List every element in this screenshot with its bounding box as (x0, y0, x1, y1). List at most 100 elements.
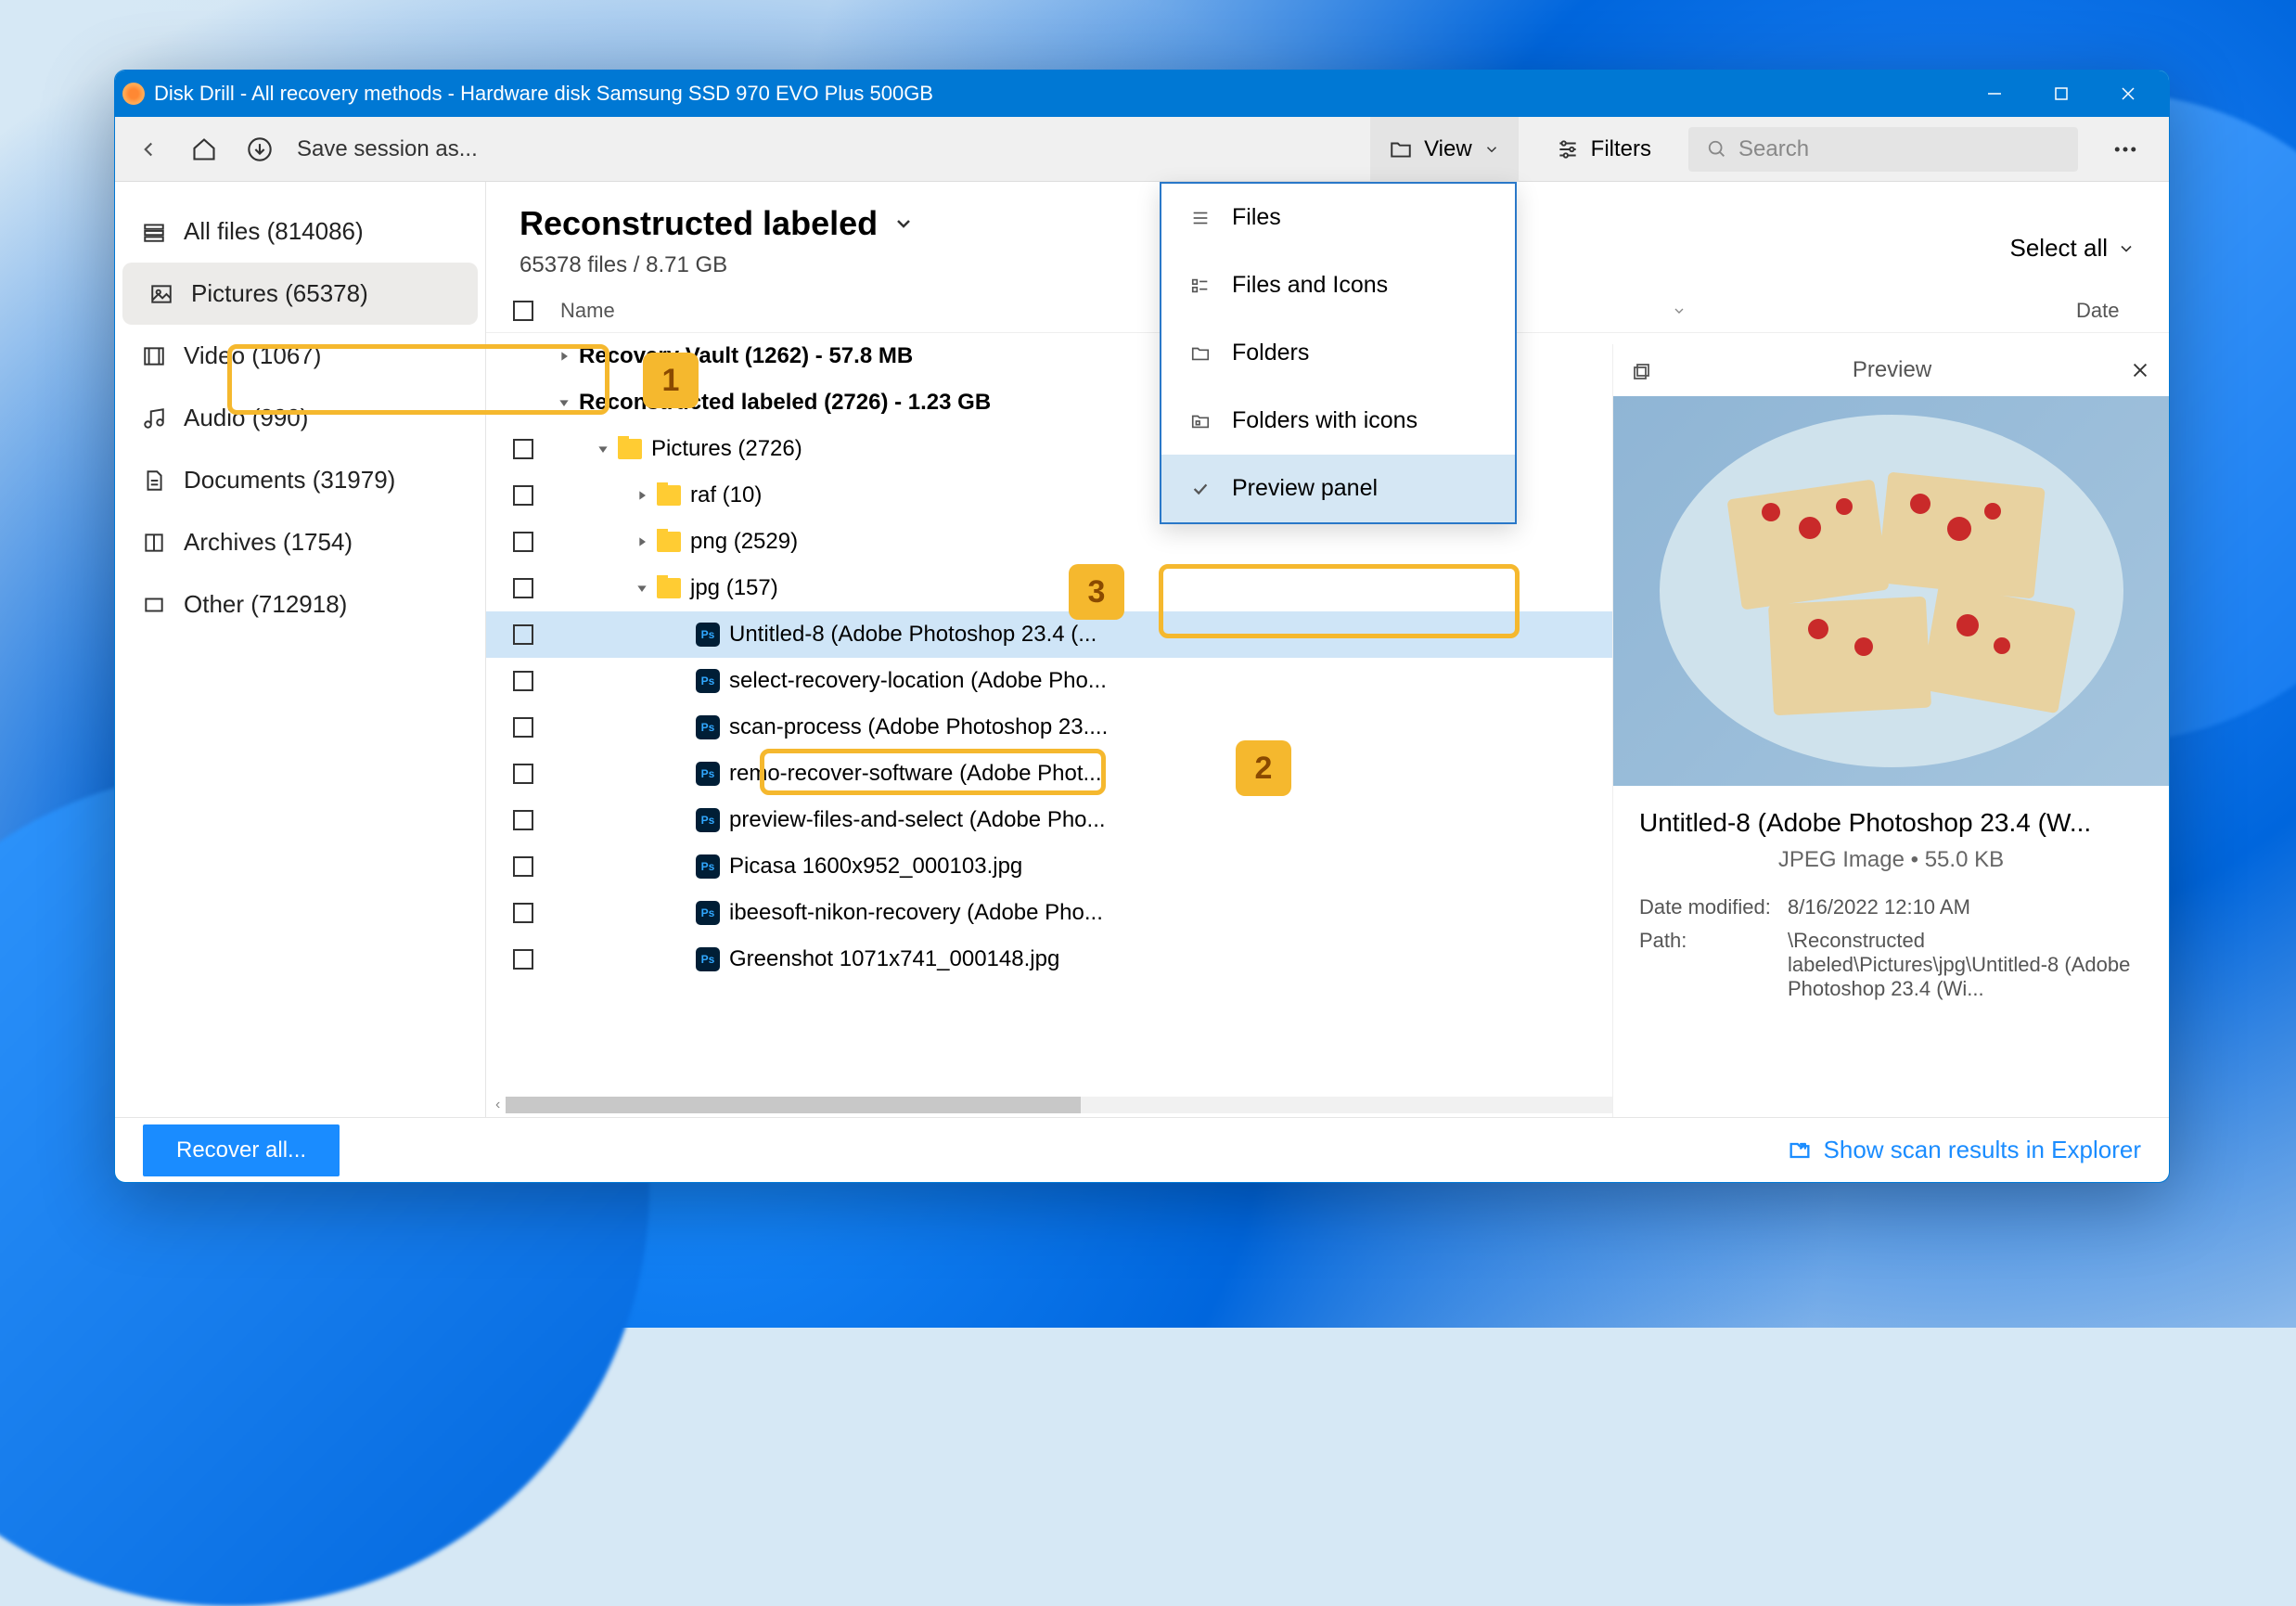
row-label: scan-process (Adobe Photoshop 23.... (729, 714, 1108, 740)
row-checkbox[interactable] (497, 485, 549, 506)
row-checkbox[interactable] (497, 439, 549, 459)
chevron-down-icon[interactable] (627, 581, 657, 596)
sliders-icon (1556, 137, 1580, 161)
menu-item-label: Folders (1232, 340, 1309, 366)
sidebar-item-archives[interactable]: Archives (1754) (115, 511, 485, 573)
row-label: ibeesoft-nikon-recovery (Adobe Pho... (729, 900, 1103, 926)
film-icon (141, 343, 167, 369)
chevron-right-icon[interactable] (627, 488, 657, 503)
footer: Recover all... Show scan results in Expl… (115, 1117, 2169, 1182)
minimize-button[interactable] (1961, 71, 2028, 117)
sidebar: All files (814086) Pictures (65378) Vide… (115, 182, 486, 1117)
save-session-button[interactable]: Save session as... (297, 136, 478, 162)
row-checkbox[interactable] (497, 532, 549, 552)
select-all-button[interactable]: Select all (2010, 234, 2136, 263)
sidebar-item-label: Documents (31979) (184, 466, 395, 495)
row-label: Picasa 1600x952_000103.jpg (729, 854, 1022, 880)
popout-icon[interactable] (1632, 359, 1654, 381)
row-checkbox[interactable] (497, 624, 549, 645)
sidebar-item-all-files[interactable]: All files (814086) (115, 200, 485, 263)
view-dropdown[interactable]: View (1370, 117, 1519, 182)
maximize-button[interactable] (2028, 71, 2095, 117)
row-checkbox[interactable] (497, 949, 549, 970)
row-checkbox[interactable] (497, 671, 549, 691)
recover-all-button[interactable]: Recover all... (143, 1124, 340, 1176)
more-menu-button[interactable] (2097, 135, 2154, 163)
menu-item-label: Preview panel (1232, 475, 1378, 502)
document-icon (141, 468, 167, 494)
sidebar-item-label: Other (712918) (184, 590, 347, 619)
row-checkbox[interactable] (497, 903, 549, 923)
row-label: Greenshot 1071x741_000148.jpg (729, 946, 1059, 972)
window-title: Disk Drill - All recovery methods - Hard… (154, 82, 1961, 106)
folder-icon (618, 439, 642, 459)
view-label: View (1424, 136, 1472, 162)
search-placeholder: Search (1738, 136, 1809, 162)
annotation-1: 1 (643, 353, 699, 408)
titlebar: Disk Drill - All recovery methods - Hard… (115, 71, 2169, 117)
photoshop-icon: Ps (696, 762, 720, 786)
menu-item-icon (1187, 208, 1213, 228)
row-label: png (2529) (690, 529, 798, 555)
photoshop-icon: Ps (696, 901, 720, 925)
preview-date-value: 8/16/2022 12:10 AM (1788, 895, 2143, 919)
row-label: preview-files-and-select (Adobe Pho... (729, 807, 1106, 833)
menu-item-label: Folders with icons (1232, 407, 1417, 434)
view-menu-item[interactable]: Preview panel (1161, 455, 1515, 522)
header-checkbox[interactable] (497, 299, 549, 323)
view-menu-item[interactable]: Files and Icons (1161, 251, 1515, 319)
chevron-down-icon[interactable] (588, 442, 618, 456)
row-label: Pictures (2726) (651, 436, 802, 462)
other-icon (141, 592, 167, 618)
filters-button[interactable]: Filters (1537, 117, 1670, 182)
search-input[interactable]: Search (1688, 127, 2078, 172)
row-checkbox[interactable] (497, 578, 549, 598)
view-menu-item[interactable]: Files (1161, 184, 1515, 251)
filters-label: Filters (1591, 136, 1651, 162)
download-button[interactable] (241, 131, 278, 168)
folder-icon (657, 578, 681, 598)
preview-panel: Preview (1612, 344, 2169, 1117)
view-menu-item[interactable]: Folders (1161, 319, 1515, 387)
view-dropdown-menu: Files Files and Icons Folders Folders with … (1160, 182, 1517, 524)
close-button[interactable] (2095, 71, 2161, 117)
archive-icon (141, 530, 167, 556)
external-link-icon (1787, 1137, 1813, 1163)
back-button[interactable] (130, 131, 167, 168)
menu-item-icon (1187, 276, 1213, 296)
row-checkbox[interactable] (497, 856, 549, 877)
annotation-1-border (227, 344, 609, 415)
preview-path-label: Path: (1639, 929, 1788, 1001)
sidebar-item-pictures[interactable]: Pictures (65378) (122, 263, 478, 325)
close-preview-icon[interactable] (2130, 360, 2150, 380)
folder-icon (1389, 137, 1413, 161)
column-date[interactable]: Date (2076, 299, 2169, 323)
home-button[interactable] (186, 131, 223, 168)
photoshop-icon: Ps (696, 623, 720, 647)
preview-date-label: Date modified: (1639, 895, 1788, 919)
annotation-2-border (760, 749, 1106, 795)
toolbar: Save session as... View Filters Search (115, 117, 2169, 182)
menu-item-icon (1187, 343, 1213, 364)
chevron-down-icon (1483, 141, 1500, 158)
show-in-explorer-link[interactable]: Show scan results in Explorer (1787, 1136, 2141, 1164)
photoshop-icon: Ps (696, 715, 720, 739)
row-checkbox[interactable] (497, 717, 549, 738)
view-menu-item[interactable]: Folders with icons (1161, 387, 1515, 455)
menu-item-label: Files (1232, 204, 1281, 231)
row-checkbox[interactable] (497, 764, 549, 784)
menu-item-icon (1187, 479, 1213, 499)
chevron-down-icon (892, 212, 915, 235)
search-icon (1707, 139, 1727, 160)
photoshop-icon: Ps (696, 669, 720, 693)
sidebar-item-documents[interactable]: Documents (31979) (115, 449, 485, 511)
photoshop-icon: Ps (696, 854, 720, 879)
sidebar-item-other[interactable]: Other (712918) (115, 573, 485, 636)
preview-meta: JPEG Image • 55.0 KB (1639, 847, 2143, 873)
chevron-right-icon[interactable] (627, 534, 657, 549)
row-label: jpg (157) (690, 575, 778, 601)
row-checkbox[interactable] (497, 810, 549, 830)
preview-image (1613, 396, 2169, 786)
sidebar-item-label: Pictures (65378) (191, 279, 368, 308)
preview-path-value: \Reconstructed labeled\Pictures\jpg\Unti… (1788, 929, 2143, 1001)
